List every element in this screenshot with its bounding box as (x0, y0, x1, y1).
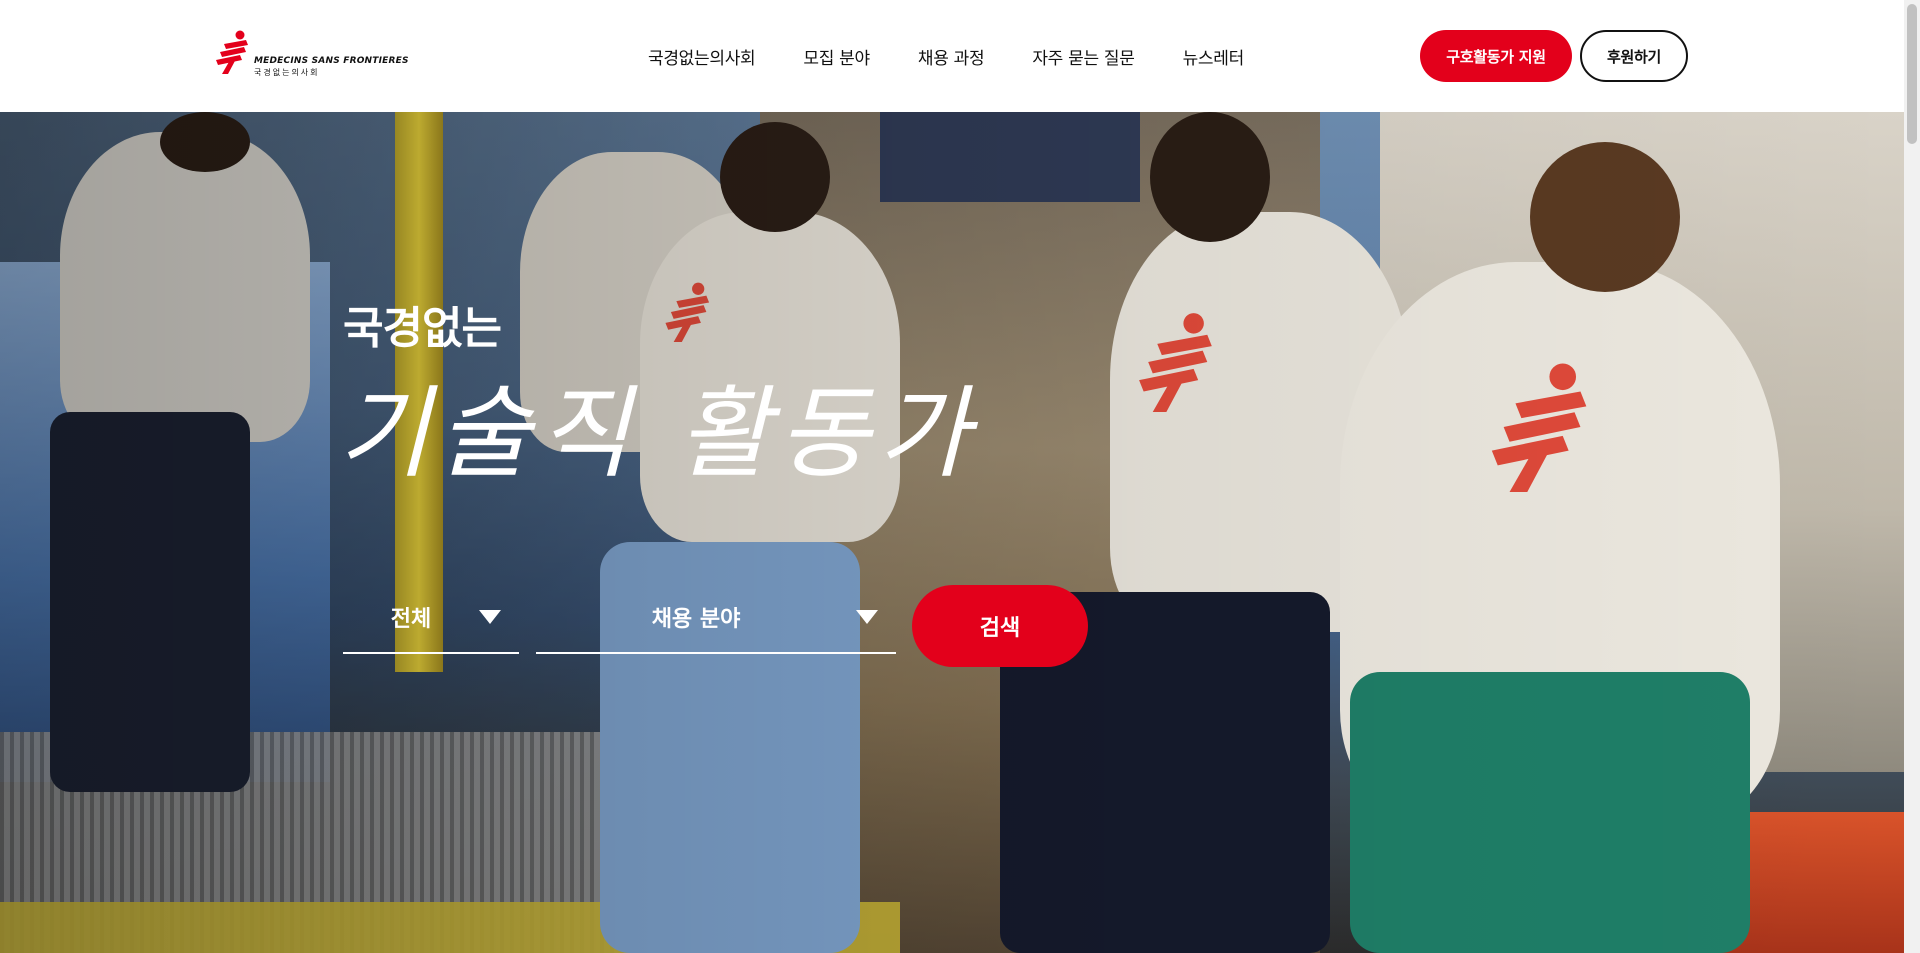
msf-logo[interactable]: MEDECINS SANS FRONTIERES 국경없는의사회 (214, 26, 408, 82)
hero-banner: 국경없는 기술직 활동가 전체 채용 분야 검색 (0, 112, 1904, 953)
logo-name: MEDECINS SANS FRONTIERES (254, 56, 409, 66)
chevron-down-icon (479, 610, 501, 624)
nav-item-newsletter[interactable]: 뉴스레터 (1183, 44, 1245, 69)
hero-subtitle: 국경없는 (343, 303, 502, 354)
nav-item-faq[interactable]: 자주 묻는 질문 (1032, 44, 1135, 69)
region-select[interactable]: 전체 (343, 582, 519, 654)
donate-button[interactable]: 후원하기 (1580, 30, 1688, 82)
main-nav: 국경없는의사회 모집 분야 채용 과정 자주 묻는 질문 뉴스레터 (648, 44, 1292, 69)
nav-item-fields[interactable]: 모집 분야 (803, 44, 870, 69)
nav-item-process[interactable]: 채용 과정 (918, 44, 985, 69)
region-select-value: 전체 (390, 607, 432, 632)
page-scrollbar[interactable] (1904, 0, 1920, 953)
logo-korean: 국경없는의사회 (254, 68, 320, 77)
field-select[interactable]: 채용 분야 (536, 582, 896, 654)
search-button[interactable]: 검색 (912, 585, 1088, 667)
scrollbar-thumb[interactable] (1907, 4, 1917, 144)
site-header: MEDECINS SANS FRONTIERES 국경없는의사회 국경없는의사회… (0, 0, 1904, 112)
hero-title: 기술직 활동가 (338, 375, 978, 492)
hero-photo (0, 112, 1904, 953)
chevron-down-icon (856, 610, 878, 624)
apply-button[interactable]: 구호활동가 지원 (1420, 30, 1572, 82)
nav-item-about[interactable]: 국경없는의사회 (648, 44, 756, 69)
msf-runner-icon (216, 30, 248, 74)
field-select-value: 채용 분야 (651, 607, 741, 632)
